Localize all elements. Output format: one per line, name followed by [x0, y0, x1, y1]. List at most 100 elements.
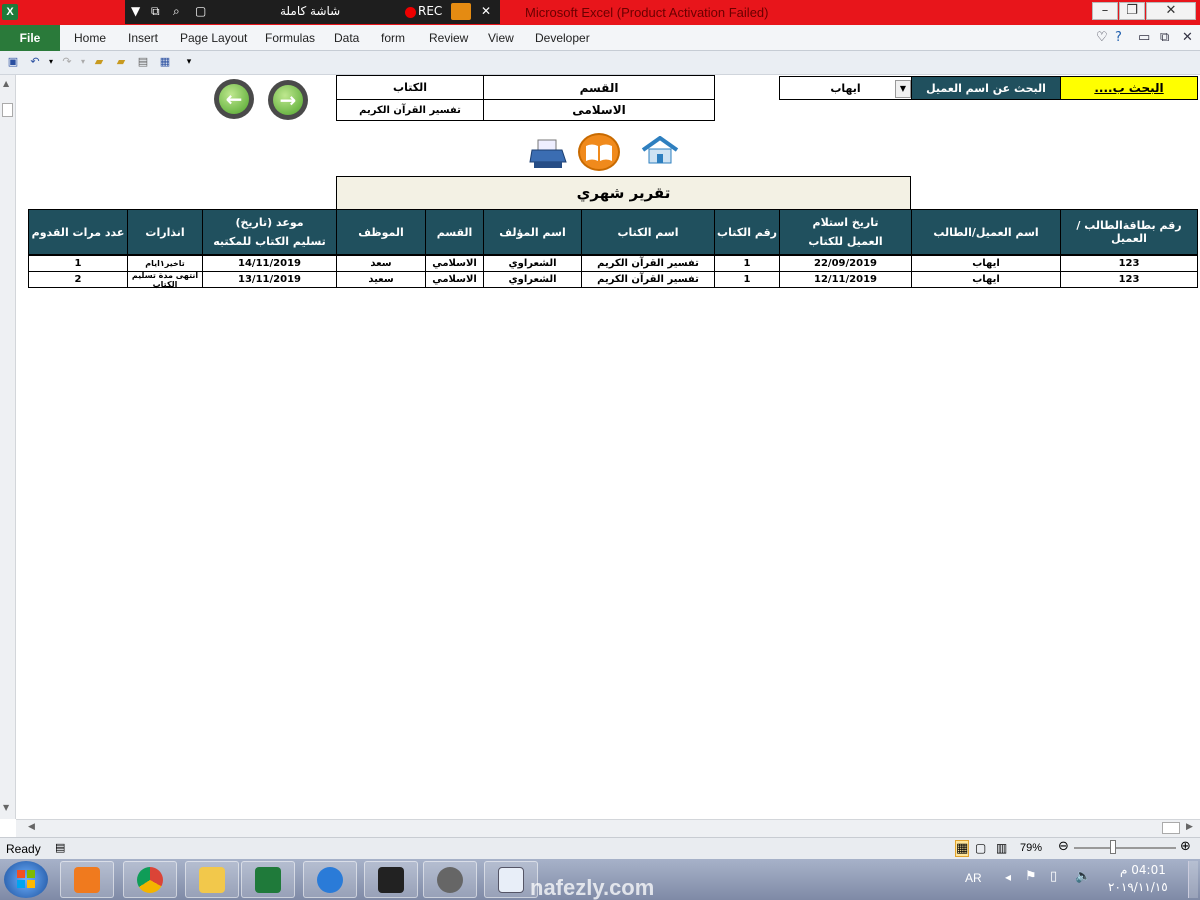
redo-dropdown-icon[interactable]: ▾ [76, 55, 90, 69]
tab-data[interactable]: Data [334, 31, 359, 45]
tab-review[interactable]: Review [429, 31, 468, 45]
zoom-slider-thumb[interactable] [1110, 840, 1116, 854]
hscroll-thumb[interactable] [1162, 822, 1180, 834]
table-cell-card-number[interactable]: 123 [1060, 271, 1198, 288]
client-search-input[interactable]: ايهاب [779, 76, 912, 100]
tab-view[interactable]: View [488, 31, 514, 45]
taskbar-explorer[interactable] [185, 861, 239, 898]
scroll-down-icon[interactable]: ▼ [3, 803, 9, 812]
print-preview-icon[interactable]: ▤ [136, 55, 150, 69]
doc-restore-icon[interactable]: ⧉ [1160, 30, 1169, 45]
forward-button[interactable]: → [268, 80, 308, 120]
taskbar-chrome[interactable] [123, 861, 177, 898]
ribbon-collapse-icon[interactable]: ♡ [1096, 30, 1108, 45]
start-button[interactable] [4, 861, 48, 898]
table-cell-card-number[interactable]: 123 [1060, 255, 1198, 272]
volume-icon[interactable]: 🔈 [1075, 869, 1091, 884]
table-cell-receive-date[interactable]: 22/09/2019 [779, 255, 912, 272]
table-cell-return-date[interactable]: 13/11/2019 [202, 271, 337, 288]
region-icon[interactable]: ▢ [195, 4, 206, 18]
page-break-view-icon[interactable]: ▥ [996, 841, 1007, 855]
printer-icon[interactable] [528, 138, 568, 170]
taskbar-video[interactable] [364, 861, 418, 898]
horizontal-scrollbar[interactable]: ◀ ▶ [16, 819, 1200, 837]
taskbar-ie[interactable] [303, 861, 357, 898]
table-cell-client-name[interactable]: ايهاب [911, 255, 1061, 272]
table-cell-visit-count[interactable]: 2 [28, 271, 128, 288]
table-cell-employee[interactable]: سعد [336, 255, 426, 272]
tab-home[interactable]: Home [74, 31, 106, 45]
clock-date[interactable]: ٢٠١٩/١١/١٥ [1108, 880, 1168, 894]
table-cell-book-number[interactable]: 1 [714, 255, 780, 272]
client-dropdown-icon[interactable]: ▼ [895, 80, 911, 98]
show-desktop-button[interactable] [1188, 861, 1198, 898]
battery-icon[interactable]: ▯ [1050, 869, 1057, 884]
scroll-right-icon[interactable]: ▶ [1186, 822, 1193, 832]
dropdown-icon[interactable]: ▼ [131, 4, 140, 18]
scroll-thumb[interactable] [2, 103, 13, 117]
form-icon[interactable]: ▦ [158, 55, 172, 69]
doc-minimize-icon[interactable]: ▭ [1138, 30, 1150, 45]
tab-page-layout[interactable]: Page Layout [180, 31, 247, 45]
minimize-button[interactable]: – [1092, 2, 1118, 20]
new-folder-icon[interactable]: ▰ [114, 55, 128, 69]
close-button[interactable]: ✕ [1146, 2, 1196, 20]
table-cell-section[interactable]: الاسلامي [425, 255, 484, 272]
table-cell-warnings[interactable]: انتهى مدة تسليم الكتاب [127, 271, 203, 289]
normal-view-icon[interactable]: ▦ [955, 840, 970, 857]
table-cell-author-name[interactable]: الشعراوي [483, 271, 582, 288]
table-cell-book-number[interactable]: 1 [714, 271, 780, 288]
scroll-up-icon[interactable]: ▲ [3, 79, 9, 88]
book-icon[interactable] [578, 133, 620, 171]
search-by-label[interactable]: البحث ب.... [1060, 76, 1198, 100]
taskbar-media-player[interactable] [60, 861, 114, 898]
table-cell-return-date[interactable]: 14/11/2019 [202, 255, 337, 272]
help-icon[interactable]: ? [1115, 30, 1122, 45]
home-icon[interactable] [640, 135, 680, 166]
table-cell-author-name[interactable]: الشعراوي [483, 255, 582, 272]
zoom-out-icon[interactable]: ⊖ [1058, 839, 1069, 854]
tab-form[interactable]: form [381, 31, 405, 45]
zoom-in-icon[interactable]: ⊕ [1180, 839, 1191, 854]
section-value[interactable]: الاسلامى [483, 99, 715, 121]
table-cell-book-name[interactable]: تفسير القرآن الكريم [581, 271, 715, 288]
tab-insert[interactable]: Insert [128, 31, 158, 45]
macro-record-icon[interactable]: ▤ [55, 841, 65, 854]
page-layout-view-icon[interactable]: ▢ [975, 841, 986, 855]
fullscreen-label[interactable]: شاشة كاملة [280, 4, 340, 18]
network-icon[interactable]: ⚑ [1025, 869, 1037, 884]
clock-time[interactable]: 04:01 م [1120, 863, 1166, 877]
back-button[interactable]: ← [214, 79, 254, 119]
save-icon[interactable]: ▣ [6, 55, 20, 69]
table-cell-section[interactable]: الاسلامي [425, 271, 484, 288]
restore-button[interactable]: ❐ [1119, 2, 1145, 20]
zoom-icon[interactable]: ⌕ [173, 4, 180, 19]
book-value[interactable]: تفسير القرآن الكريم [336, 99, 484, 121]
redo-icon[interactable]: ↷ [60, 55, 74, 69]
customize-qat-icon[interactable]: ▾ [182, 55, 196, 69]
table-cell-visit-count[interactable]: 1 [28, 255, 128, 272]
zoom-slider[interactable] [1074, 847, 1176, 849]
undo-dropdown-icon[interactable]: ▾ [44, 55, 58, 69]
zoom-level[interactable]: 79% [1020, 842, 1042, 854]
table-cell-employee[interactable]: سعيد [336, 271, 426, 288]
rec-label[interactable]: REC [418, 4, 442, 18]
window-icon[interactable]: ⧉ [151, 4, 160, 19]
tab-developer[interactable]: Developer [535, 31, 590, 45]
table-cell-receive-date[interactable]: 12/11/2019 [779, 271, 912, 288]
recorder-close-icon[interactable]: ✕ [481, 4, 491, 18]
table-cell-book-name[interactable]: تفسير القرآن الكريم [581, 255, 715, 272]
vertical-scrollbar[interactable]: ▲ ▼ [0, 75, 16, 819]
taskbar-excel[interactable] [241, 861, 295, 898]
scroll-left-icon[interactable]: ◀ [28, 822, 35, 832]
taskbar-movie-maker[interactable] [423, 861, 477, 898]
undo-icon[interactable]: ↶ [28, 55, 42, 69]
language-indicator[interactable]: AR [965, 871, 982, 885]
table-cell-warnings[interactable]: تاخير١ايام [127, 255, 203, 272]
table-cell-client-name[interactable]: ايهاب [911, 271, 1061, 288]
tray-arrow-icon[interactable]: ◂ [1005, 870, 1011, 884]
tab-file[interactable]: File [0, 25, 60, 51]
camera-icon[interactable] [451, 3, 471, 20]
doc-close-icon[interactable]: ✕ [1182, 30, 1193, 45]
open-folder-icon[interactable]: ▰ [92, 55, 106, 69]
